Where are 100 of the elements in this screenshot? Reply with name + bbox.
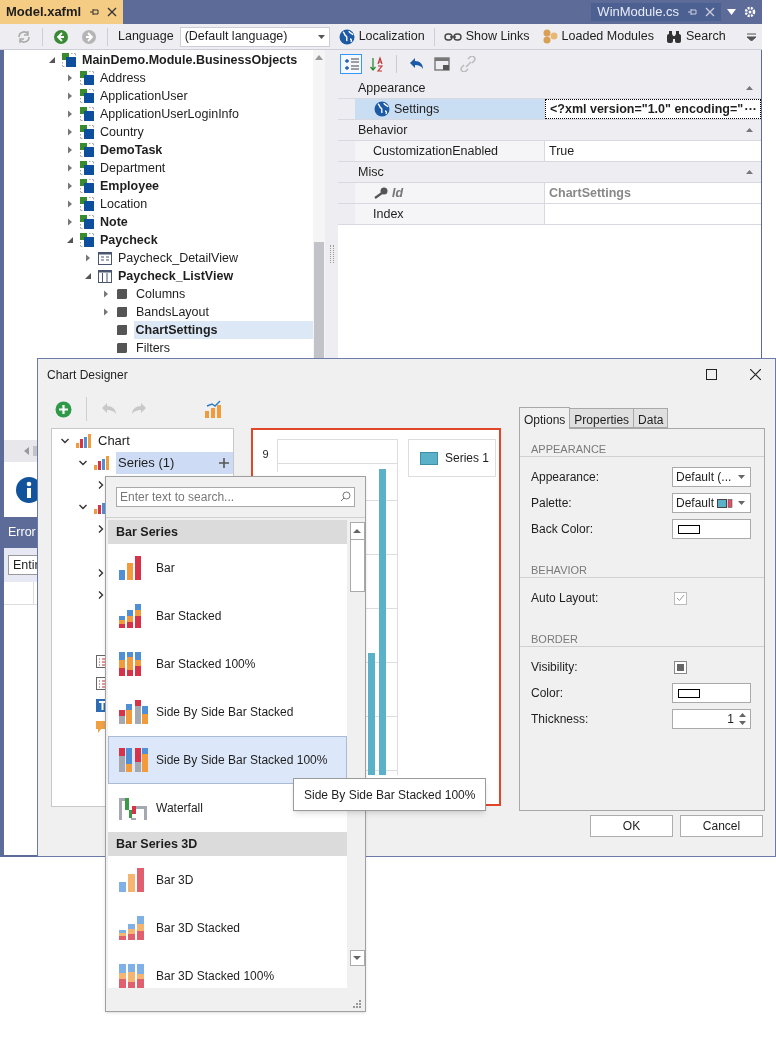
window-icon-button[interactable] [431, 54, 453, 74]
toolbar-button[interactable]: Loaded Modules [538, 27, 657, 46]
chevron-icon[interactable] [96, 524, 106, 534]
ellipsis-button[interactable]: ··· [744, 100, 760, 118]
checkbox[interactable] [674, 660, 687, 674]
expander-icon[interactable] [66, 146, 74, 154]
tree-item[interactable]: Chart [98, 431, 130, 451]
back-icon[interactable] [53, 28, 69, 45]
expander-icon[interactable] [66, 218, 74, 226]
pin-icon[interactable] [89, 7, 100, 17]
scroll-up-icon[interactable] [353, 529, 361, 533]
collapse-icon[interactable] [746, 170, 753, 174]
expander-icon[interactable] [66, 236, 74, 244]
tab[interactable]: Options [519, 407, 571, 429]
series-type-item[interactable]: Side By Side Bar Stacked 100% [108, 736, 347, 784]
close-icon[interactable] [750, 369, 761, 380]
dropdown-icon[interactable] [727, 9, 736, 15]
appearance-dropdown[interactable]: Default (... [672, 467, 751, 487]
scroll-up-icon[interactable] [315, 55, 323, 60]
tree-item[interactable]: Note [98, 213, 130, 231]
settings-icon[interactable] [744, 6, 756, 18]
expander-icon[interactable] [66, 74, 74, 82]
color-picker[interactable] [672, 519, 751, 539]
series-type-item[interactable]: Bar 3D [108, 856, 347, 904]
tree-item[interactable]: Address [98, 69, 148, 87]
property-value-cell[interactable]: True [545, 141, 761, 161]
expander-icon[interactable] [102, 308, 110, 316]
chart-wizard-icon[interactable] [205, 400, 221, 418]
search-field[interactable]: Enter text to search... [116, 487, 355, 507]
series-type-item[interactable]: Bar Stacked 100% [108, 640, 347, 688]
expander-icon[interactable] [66, 200, 74, 208]
close-icon[interactable] [107, 7, 118, 17]
series-type-item[interactable]: Bar 3D Stacked [108, 904, 347, 952]
property-value-cell[interactable]: <?xml version="1.0" encoding="··· [545, 99, 761, 119]
chevron-icon[interactable] [78, 458, 88, 468]
expander-icon[interactable] [66, 182, 74, 190]
expander-icon[interactable] [48, 56, 56, 64]
splitter-grip[interactable] [329, 245, 334, 263]
series-type-item[interactable]: Bar 3D Stacked 100% [108, 952, 347, 988]
tree-item[interactable]: Paycheck_DetailView [116, 249, 240, 267]
tree-item[interactable]: MainDemo.Module.BusinessObjects [80, 51, 300, 69]
tree-item[interactable]: ApplicationUserLoginInfo [98, 105, 241, 123]
toolbar-button[interactable]: Show Links [440, 27, 533, 46]
toolbar-button[interactable]: Localization [335, 27, 428, 46]
maximize-icon[interactable] [706, 369, 717, 380]
expander-icon[interactable] [66, 164, 74, 172]
category-header[interactable]: Misc [338, 162, 761, 183]
categorized-icon-button[interactable] [340, 54, 362, 74]
expander-icon[interactable] [84, 254, 92, 262]
tree-item[interactable]: Department [98, 159, 168, 177]
dialog-button[interactable]: OK [590, 815, 673, 837]
tree-item[interactable]: ChartSettings [133, 321, 313, 339]
resize-grip-icon[interactable] [352, 999, 361, 1008]
property-name-cell[interactable]: Id [355, 183, 545, 203]
tab[interactable]: Data [633, 408, 669, 428]
expander-icon[interactable] [66, 110, 74, 118]
language-dropdown[interactable]: (Default language) [179, 26, 330, 47]
expander-icon[interactable] [66, 92, 74, 100]
add-icon[interactable] [55, 400, 72, 418]
property-value-cell[interactable]: ChartSettings [545, 183, 761, 203]
chevron-icon[interactable] [96, 590, 106, 600]
expander-icon[interactable] [84, 272, 92, 280]
collapse-icon[interactable] [746, 128, 753, 132]
property-name-cell[interactable]: Index [355, 204, 545, 224]
tree-item[interactable]: Paycheck [98, 231, 160, 249]
tree-item[interactable]: Employee [98, 177, 162, 195]
scroll-left-icon[interactable] [24, 447, 29, 455]
chevron-icon[interactable] [78, 502, 88, 512]
series-type-item[interactable]: Bar Stacked [108, 592, 347, 640]
color-picker[interactable] [672, 683, 751, 703]
property-name-cell[interactable]: CustomizationEnabled [355, 141, 545, 161]
tree-item[interactable]: Location [98, 195, 150, 213]
tree-item[interactable]: BandsLayout [134, 303, 211, 321]
tree-item[interactable]: Filters [134, 339, 173, 357]
series-type-item[interactable]: Bar [108, 544, 347, 592]
series-type-item[interactable]: Side By Side Bar Stacked [108, 688, 347, 736]
tree-item[interactable]: DemoTask [98, 141, 165, 159]
tree-item[interactable]: ApplicationUser [98, 87, 190, 105]
palette-dropdown[interactable]: Default [672, 493, 751, 513]
collapse-icon[interactable] [746, 86, 753, 90]
add-icon[interactable] [219, 458, 229, 468]
tree-item[interactable]: Columns [134, 285, 188, 303]
tree-item[interactable]: Paycheck_ListView [116, 267, 236, 285]
overflow-icon[interactable] [747, 32, 756, 41]
tree-item[interactable]: Series (1) [116, 452, 233, 474]
tab[interactable]: Properties [569, 408, 635, 428]
toolbar-button[interactable]: Search [663, 27, 729, 46]
category-header[interactable]: Appearance [338, 78, 761, 99]
property-name-cell[interactable]: Settings [355, 99, 545, 119]
dialog-button[interactable]: Cancel [680, 815, 763, 837]
scroll-down-icon[interactable] [353, 956, 361, 960]
number-spinner[interactable]: 1 [672, 709, 751, 729]
document-tab[interactable]: Model.xafml [0, 0, 124, 24]
expander-icon[interactable] [66, 128, 74, 136]
spinner-arrows-icon[interactable] [739, 713, 746, 725]
chevron-icon[interactable] [96, 480, 106, 490]
chevron-icon[interactable] [96, 568, 106, 578]
category-header[interactable]: Behavior [338, 120, 761, 141]
expander-icon[interactable] [102, 290, 110, 298]
chevron-icon[interactable] [60, 436, 70, 446]
